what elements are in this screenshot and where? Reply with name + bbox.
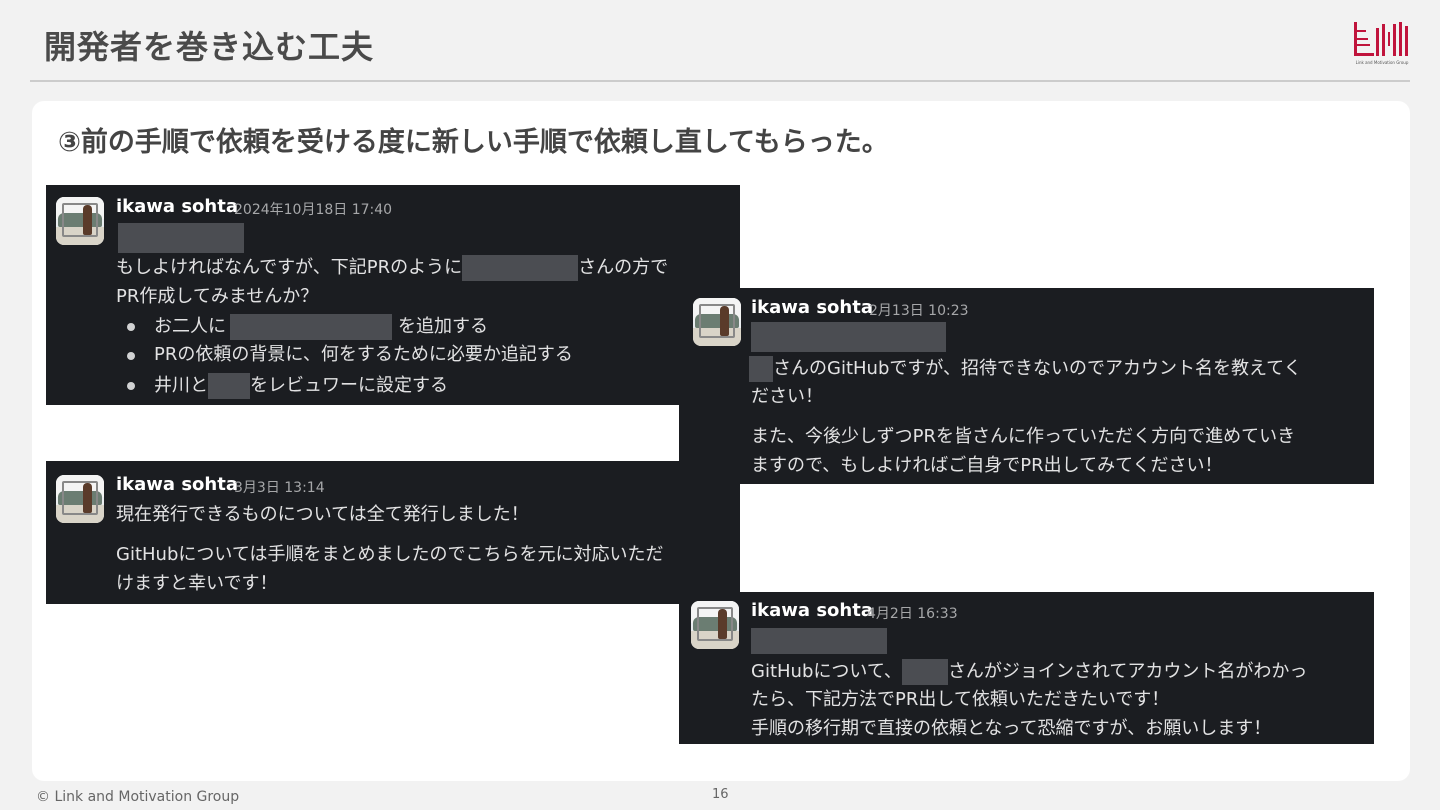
page-number: 16 bbox=[712, 787, 729, 802]
message-line: けますと幸いです！ bbox=[116, 573, 278, 594]
redacted-block bbox=[118, 223, 244, 253]
username[interactable]: ikawa sohta bbox=[751, 600, 873, 621]
message-line: 手順の移行期で直接の依頼となって恐縮ですが、お願いします！ bbox=[751, 718, 1272, 739]
redacted-block bbox=[749, 356, 773, 382]
logo-caption: Link and Motivation Group bbox=[1356, 60, 1409, 65]
title-divider bbox=[30, 80, 1410, 82]
message-text: さんの方で bbox=[578, 257, 669, 278]
message-line: PR作成してみませんか？ bbox=[116, 286, 319, 307]
message-text: もしよければなんですが、下記PRのように bbox=[116, 257, 463, 278]
redacted-block bbox=[462, 255, 579, 281]
message-line: さんのGitHubですが、招待できないのでアカウント名を教えてく bbox=[749, 356, 1302, 382]
message-line: ますので、もしよければご自身でPR出してみてください！ bbox=[751, 455, 1223, 476]
user-avatar bbox=[56, 197, 104, 245]
message-line: また、今後少しずつPRを皆さんに作っていただく方向で進めていき bbox=[751, 426, 1296, 447]
bullet-text: をレビュワーに設定する bbox=[250, 375, 448, 396]
message-line: GitHubについては手順をまとめましたのでこちらを元に対応いただ bbox=[116, 544, 664, 565]
message-line: 現在発行できるものについては全て発行しました！ bbox=[116, 504, 529, 525]
slide-title: 開発者を巻き込む工夫 bbox=[44, 28, 375, 66]
message-line: GitHubについて、 さんがジョインされてアカウント名がわかっ bbox=[751, 659, 1307, 685]
message-line: もしよければなんですが、下記PRのように さんの方で bbox=[116, 255, 668, 281]
timestamp[interactable]: 2月13日 10:23 bbox=[869, 300, 969, 320]
user-avatar bbox=[693, 298, 741, 346]
timestamp[interactable]: 2024年10月18日 17:40 bbox=[234, 199, 392, 219]
username[interactable]: ikawa sohta bbox=[751, 297, 873, 318]
user-avatar bbox=[691, 601, 739, 649]
company-logo-icon: Link and Motivation Group bbox=[1354, 22, 1409, 65]
bullet-item: お二人に を追加する bbox=[154, 314, 488, 340]
footer-copyright: © Link and Motivation Group bbox=[36, 789, 240, 805]
slide-subtitle: ③前の手順で依頼を受ける度に新しい手順で依頼し直してもらった。 bbox=[58, 127, 889, 158]
bullet-dot bbox=[127, 382, 135, 390]
bullet-dot bbox=[127, 352, 135, 360]
bullet-text: を追加する bbox=[398, 316, 488, 337]
timestamp[interactable]: 4月2日 16:33 bbox=[867, 603, 958, 623]
message-line: ださい！ bbox=[751, 386, 823, 407]
message-text: さんがジョインされてアカウント名がわかっ bbox=[947, 661, 1308, 682]
username[interactable]: ikawa sohta bbox=[116, 474, 238, 495]
bullet-item: 井川と をレビュワーに設定する bbox=[154, 373, 448, 399]
slack-message-1: ikawa sohta 2024年10月18日 17:40 もしよければなんです… bbox=[46, 185, 740, 405]
redacted-block bbox=[751, 628, 887, 654]
slack-message-3: ikawa sohta 3月3日 13:14 現在発行できるものについては全て発… bbox=[46, 461, 740, 604]
message-text: さんのGitHubですが、招待できないのでアカウント名を教えてく bbox=[773, 358, 1302, 379]
user-avatar bbox=[56, 475, 104, 523]
redacted-block bbox=[901, 659, 948, 685]
timestamp[interactable]: 3月3日 13:14 bbox=[234, 477, 325, 497]
username[interactable]: ikawa sohta bbox=[116, 196, 238, 217]
redacted-block bbox=[230, 314, 392, 340]
bullet-item: PRの依頼の背景に、何をするために必要か追記する bbox=[154, 344, 573, 365]
bullet-dot bbox=[127, 323, 135, 331]
redacted-block bbox=[208, 373, 250, 399]
slack-message-4: ikawa sohta 4月2日 16:33 GitHubについて、 さんがジョイ… bbox=[679, 592, 1374, 744]
slack-message-2: ikawa sohta 2月13日 10:23 さんのGitHubですが、招待で… bbox=[679, 288, 1374, 484]
bullet-text: お二人に bbox=[154, 316, 226, 337]
message-line: たら、下記方法でPR出して依頼いただきたいです！ bbox=[751, 689, 1170, 710]
bullet-text: 井川と bbox=[154, 375, 208, 396]
redacted-block bbox=[751, 322, 946, 352]
message-text: GitHubについて、 bbox=[751, 661, 902, 682]
